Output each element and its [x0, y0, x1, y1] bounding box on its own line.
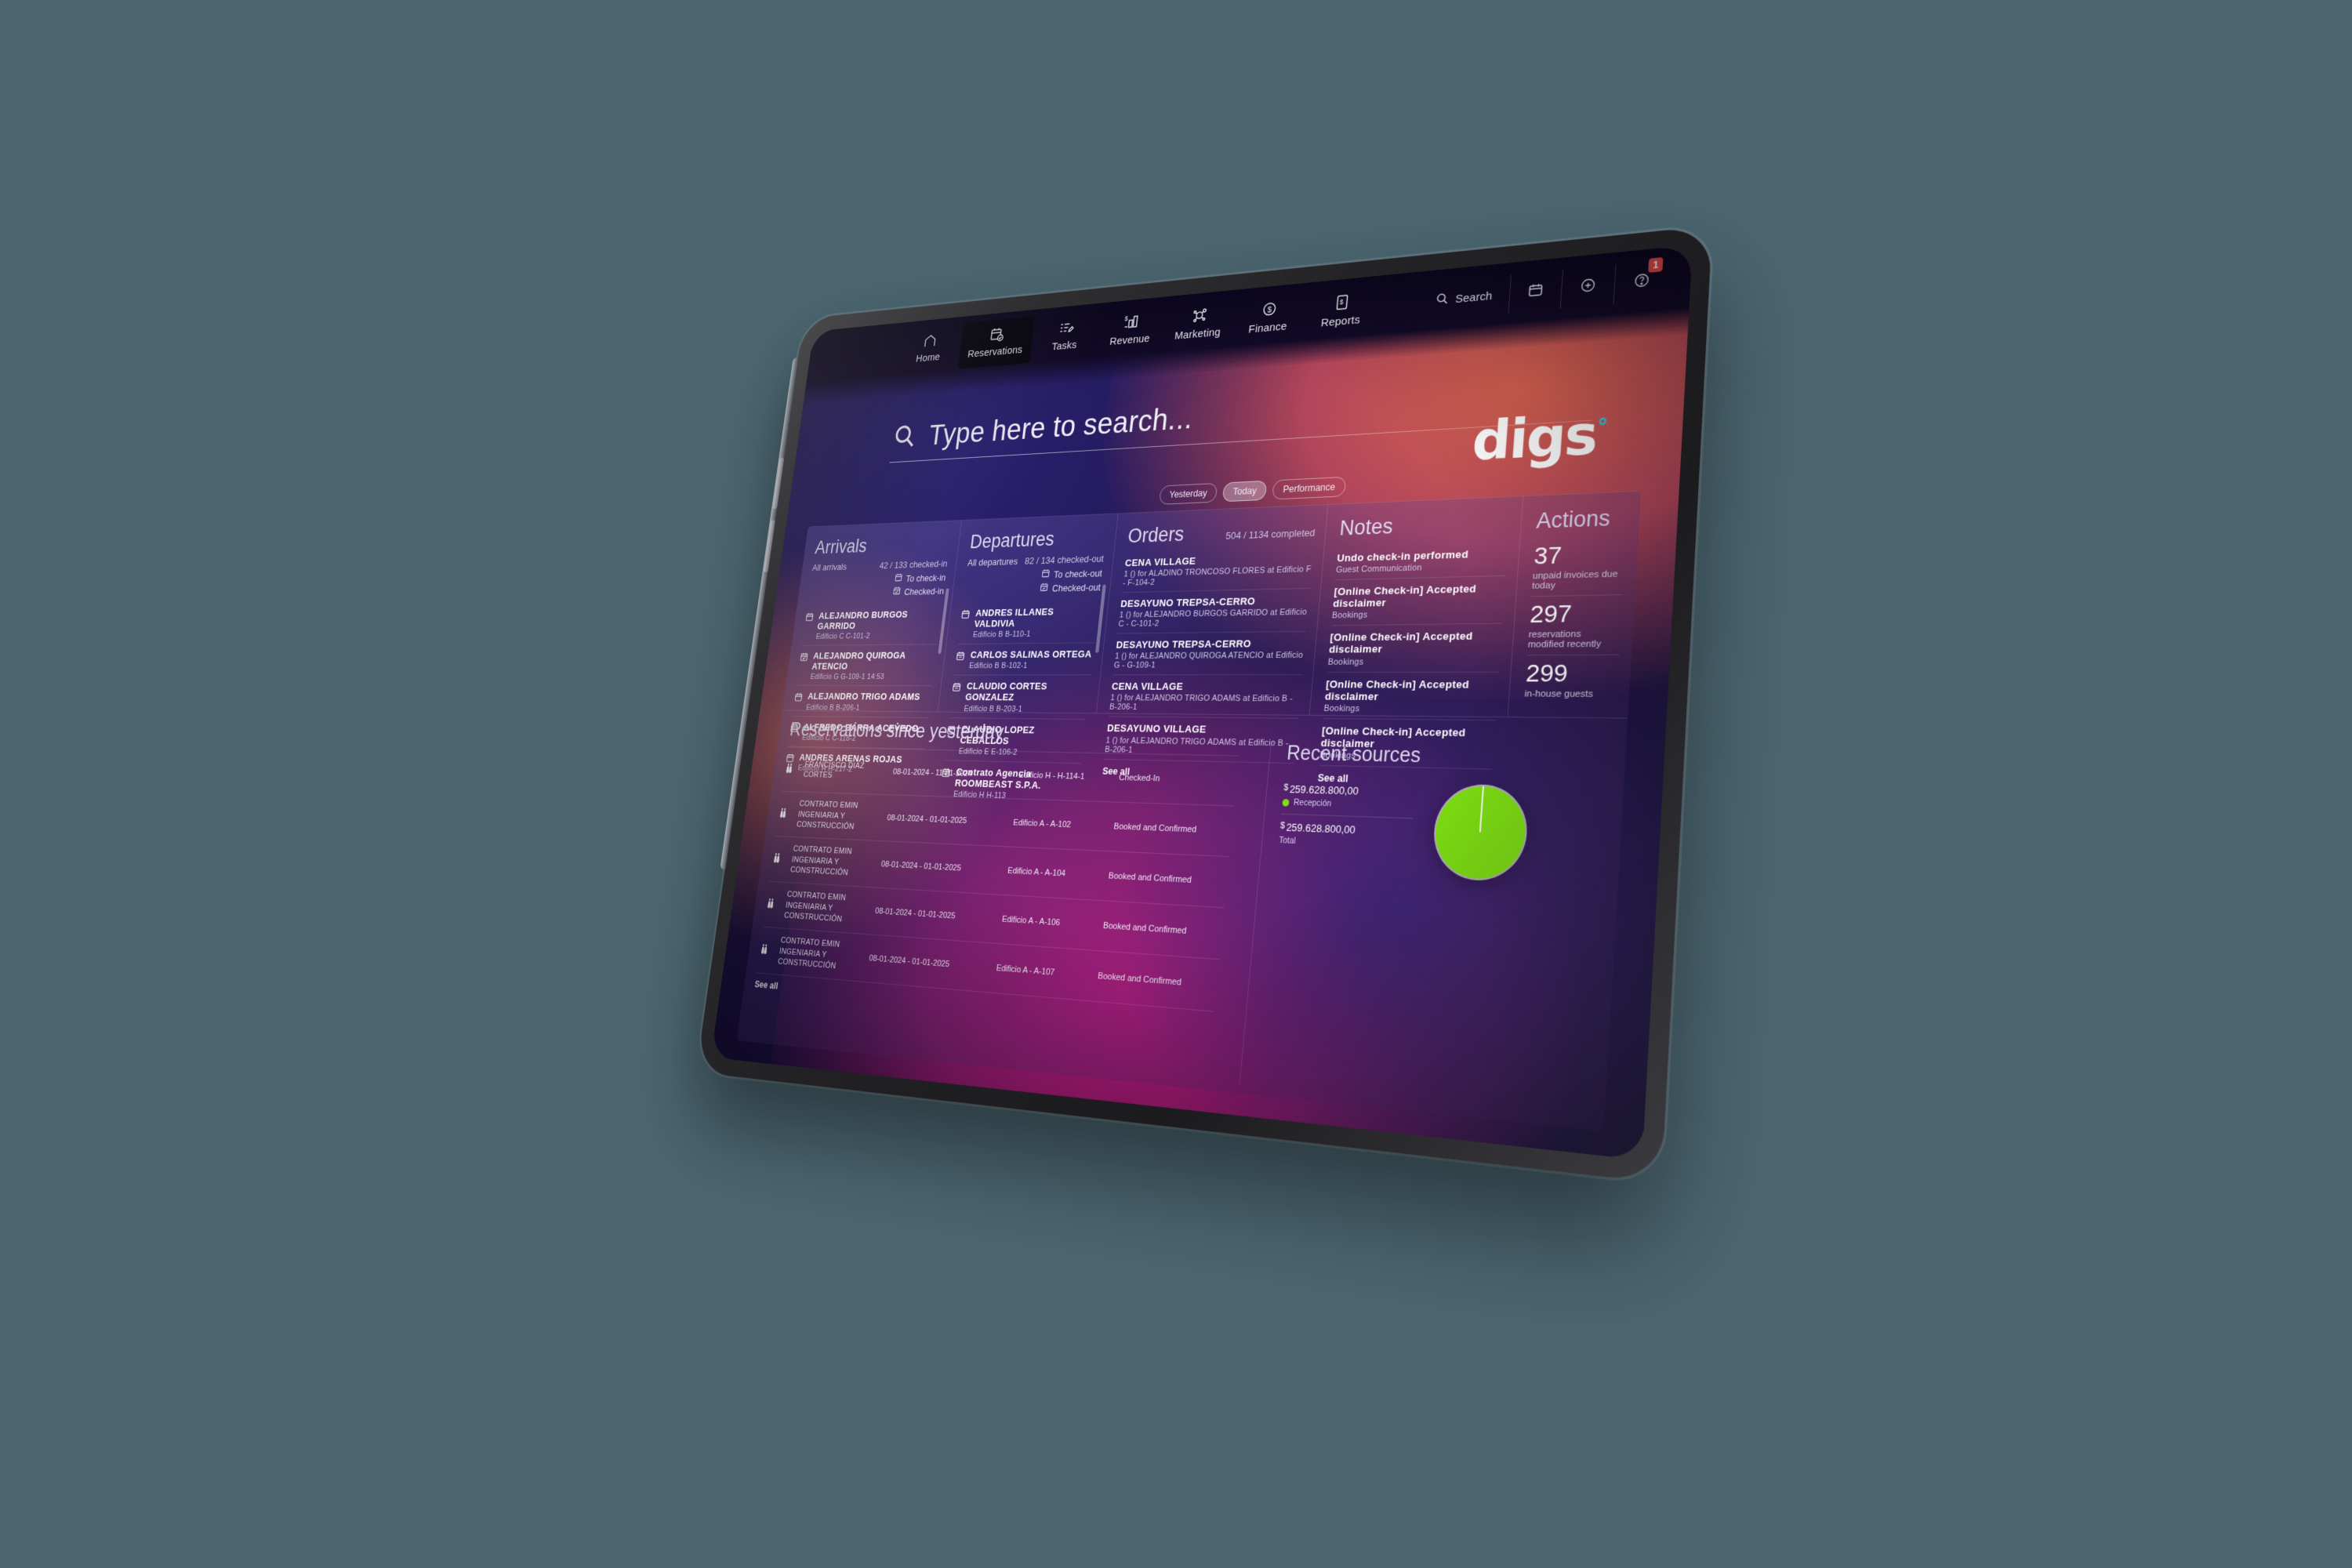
background-violet-glow — [1097, 645, 1693, 1160]
note-detail: Bookings — [1323, 703, 1497, 714]
note-detail: Bookings — [1331, 608, 1503, 621]
notification-badge: 1 — [1648, 257, 1664, 273]
source-tag-label: Recepción — [1294, 797, 1332, 808]
source-currency: $ — [1283, 782, 1289, 793]
note-detail: Guest Communication — [1336, 562, 1468, 575]
orders-see-all[interactable]: See all — [1102, 758, 1294, 782]
list-item[interactable]: [Online Check-in] Accepted disclaimerBoo… — [1323, 671, 1499, 720]
note-name: [Online Check-in] Accepted disclaimer — [1320, 724, 1495, 752]
plus-circle-icon — [1579, 277, 1596, 297]
status-badge: Checked-In — [1119, 773, 1237, 786]
legend-dot-icon — [1282, 798, 1290, 807]
toolbar-search[interactable]: Search — [1417, 275, 1511, 321]
list-item[interactable]: [Online Check-in] Accepted disclaimerBoo… — [1330, 575, 1506, 626]
note-name: [Online Check-in] Accepted disclaimer — [1324, 678, 1498, 703]
tablet-device: Home Reservations Tasks — [695, 225, 1713, 1184]
filter-performance[interactable]: Performance — [1272, 476, 1347, 500]
action-item[interactable]: 299 in-house guests — [1523, 654, 1620, 705]
status-badge: Booked and Confirmed — [1113, 822, 1232, 836]
action-label: unpaid invoices due today — [1532, 569, 1624, 591]
top-toolbar: Search — [1417, 257, 1670, 321]
source-amount: $259.628.800,00 — [1283, 782, 1416, 798]
brand-name: digs — [1470, 404, 1599, 474]
note-name: [Online Check-in] Accepted disclaimer — [1333, 582, 1505, 609]
source-currency: $ — [1279, 821, 1285, 831]
tablet-screen: Home Reservations Tasks — [710, 245, 1693, 1160]
search-icon — [1435, 291, 1450, 309]
recent-sources-pie-chart[interactable] — [1432, 785, 1529, 881]
source-amount: $259.628.800,00 — [1279, 821, 1412, 838]
list-item[interactable]: Undo check-in performedGuest Communicati… — [1335, 541, 1508, 579]
action-number: 37 — [1533, 542, 1627, 570]
recent-sources-list: $259.628.800,00 Recepción $259.628.800,0… — [1277, 776, 1416, 858]
list-item[interactable]: [Online Check-in] Accepted disclaimerBoo… — [1319, 717, 1496, 769]
notes-title: Notes — [1338, 510, 1510, 540]
toolbar-search-label: Search — [1455, 289, 1493, 306]
status-badge: Booked and Confirmed — [1102, 921, 1221, 938]
source-tag: Total — [1279, 836, 1411, 851]
action-number: 297 — [1529, 601, 1622, 629]
recent-sources-title: Recent sources — [1286, 742, 1613, 772]
actions-list: 37 unpaid invoices due today 297 reserva… — [1523, 531, 1627, 705]
actions-title: Actions — [1536, 505, 1628, 534]
brand-logo: digs° — [1470, 403, 1607, 474]
note-detail: Bookings — [1319, 750, 1494, 764]
tablet-body: Home Reservations Tasks — [695, 225, 1713, 1184]
source-value: 259.628.800,00 — [1289, 783, 1359, 797]
orders-count: 504 / 1134 completed — [1225, 527, 1316, 542]
status-badge: Booked and Confirmed — [1098, 971, 1218, 990]
source-value: 259.628.800,00 — [1286, 821, 1356, 836]
help-circle-icon — [1633, 272, 1651, 292]
source-tag: Recepción — [1282, 797, 1414, 811]
source-tag-label: Total — [1279, 836, 1296, 846]
scene: Home Reservations Tasks — [0, 0, 2352, 1568]
action-item[interactable]: 297 reservations modified recently — [1527, 593, 1624, 655]
action-number: 299 — [1525, 659, 1619, 688]
toolbar-add-button[interactable] — [1559, 264, 1616, 309]
action-label: reservations modified recently — [1527, 629, 1621, 650]
status-badge: Booked and Confirmed — [1108, 871, 1227, 887]
source-item[interactable]: $259.628.800,00 Recepción — [1281, 776, 1415, 818]
list-item[interactable]: [Online Check-in] Accepted disclaimerBoo… — [1327, 622, 1503, 672]
calendar-icon — [1527, 281, 1544, 301]
notes-see-all[interactable]: See all — [1317, 764, 1493, 789]
note-detail: Bookings — [1327, 656, 1500, 666]
screen-vignette — [710, 245, 1693, 1160]
source-item[interactable]: $259.628.800,00 Total — [1277, 813, 1413, 858]
action-item[interactable]: 37 unpaid invoices due today — [1531, 535, 1626, 596]
notes-card: Notes Undo check-in performedGuest Commu… — [1308, 496, 1523, 789]
notes-list: Undo check-in performedGuest Communicati… — [1317, 541, 1508, 789]
brand-degree: ° — [1596, 416, 1607, 441]
action-label: in-house guests — [1524, 689, 1617, 699]
toolbar-calendar-button[interactable] — [1508, 270, 1563, 314]
toolbar-help-button[interactable]: 1 — [1613, 257, 1670, 304]
recent-sources-card: Recent sources $259.628.800,00 Recepción… — [1239, 741, 1614, 1121]
actions-card: Actions 37 unpaid invoices due today 297… — [1507, 491, 1642, 718]
note-name: Undo check-in performed — [1337, 548, 1469, 564]
note-name: [Online Check-in] Accepted disclaimer — [1329, 630, 1502, 656]
